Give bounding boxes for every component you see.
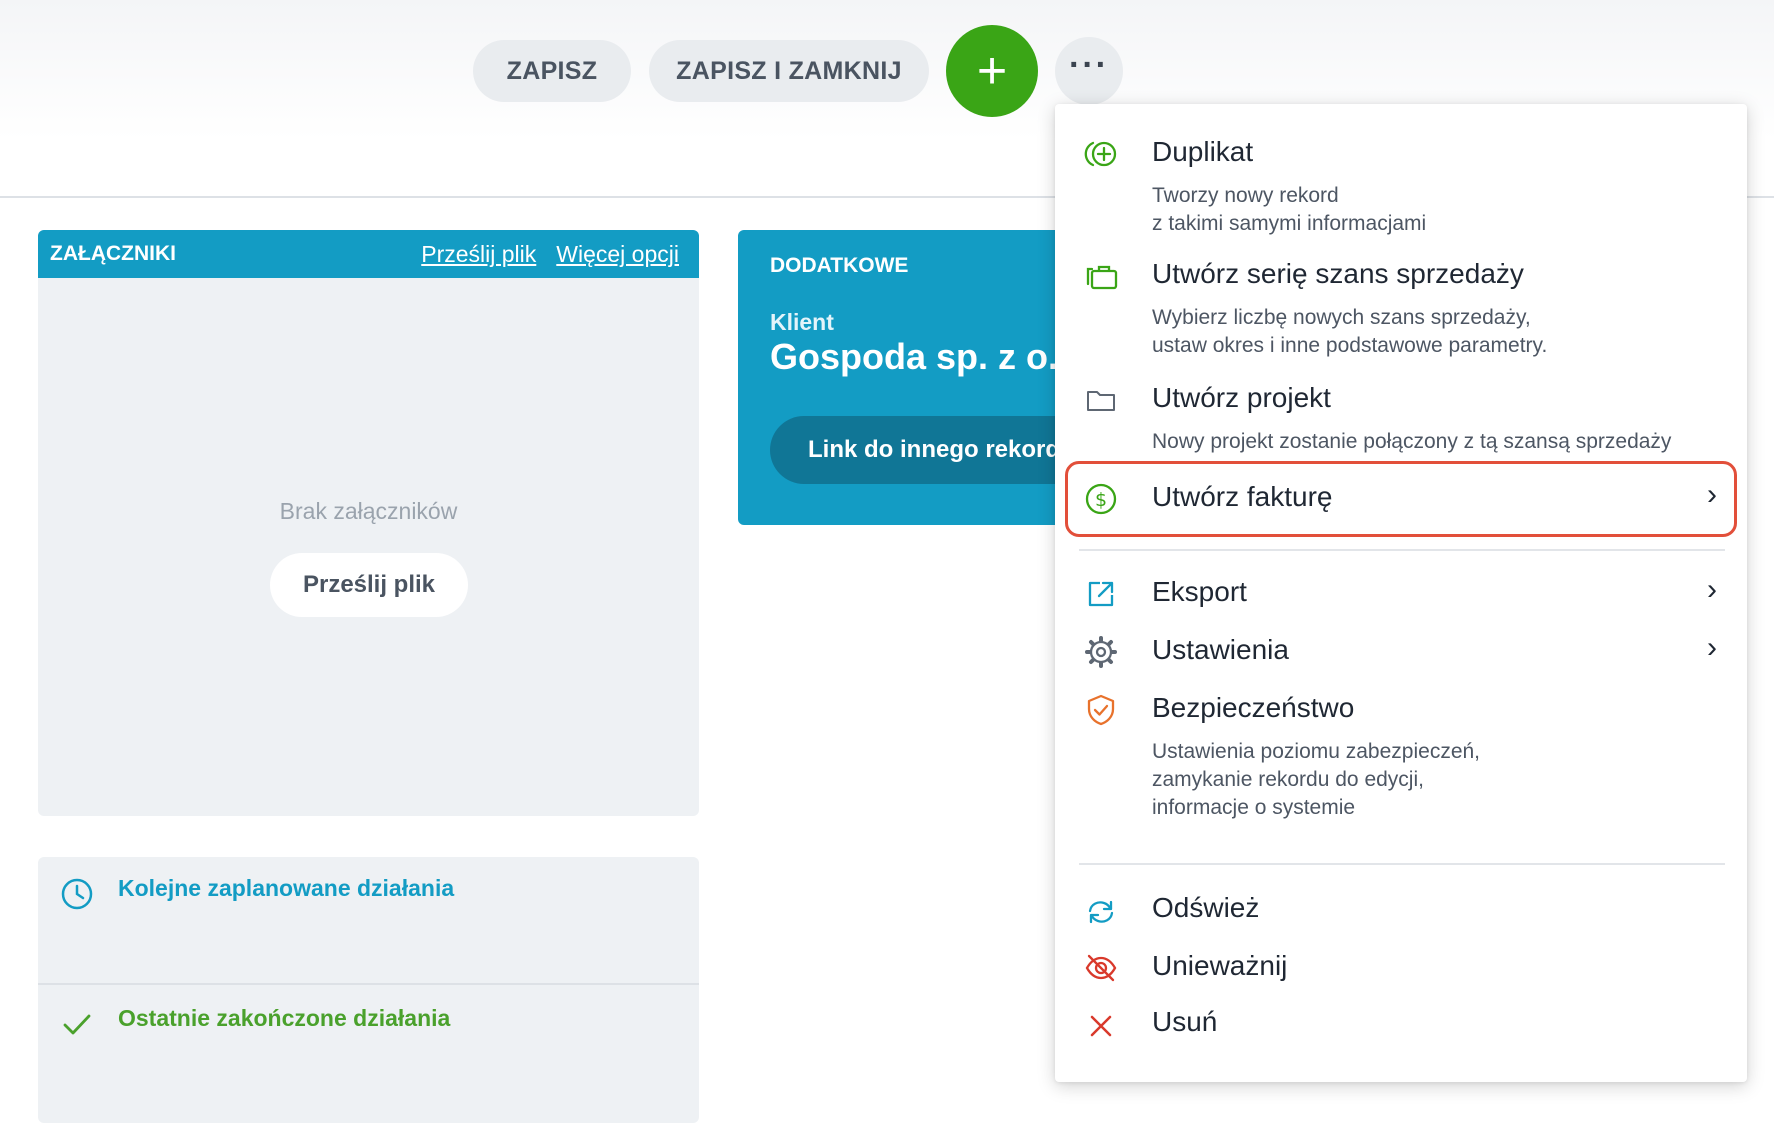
upload-file-link[interactable]: Prześlij plik [421, 241, 536, 268]
menu-item-create-invoice[interactable]: $ Utwórz fakturę › [1055, 464, 1747, 534]
menu-item-delete[interactable]: Usuń [1055, 996, 1747, 1052]
duplicate-plus-icon [1084, 141, 1117, 167]
close-x-icon [1090, 1015, 1112, 1037]
more-options-button[interactable]: ··· [1055, 37, 1123, 105]
menu-item-title: Eksport [1152, 576, 1247, 607]
additional-title: DODATKOWE [770, 254, 909, 277]
menu-item-description: z takimi samymi informacjami [1152, 212, 1427, 235]
menu-item-create-sales-series[interactable]: Utwórz serię szans sprzedaży Wybierz lic… [1055, 248, 1747, 368]
menu-item-export[interactable]: Eksport › [1055, 566, 1747, 622]
menu-item-security[interactable]: Bezpieczeństwo Ustawienia poziomu zabezp… [1055, 682, 1747, 832]
clock-icon [61, 878, 93, 910]
menu-item-title: Ustawienia [1152, 634, 1289, 665]
planned-activities-label: Kolejne zaplanowane działania [118, 875, 455, 901]
activities-card: Kolejne zaplanowane działania Ostatnie z… [38, 857, 699, 1123]
chevron-right-icon: › [1707, 631, 1717, 664]
plus-icon: + [976, 42, 1008, 100]
menu-item-description: Ustawienia poziomu zabezpieczeń, [1152, 740, 1481, 763]
menu-item-description: Tworzy nowy rekord [1152, 184, 1339, 207]
menu-item-description: informacje o systemie [1152, 796, 1356, 819]
attachments-title: ZAŁĄCZNIKI [50, 242, 176, 265]
folder-icon [1087, 391, 1115, 411]
menu-divider [1079, 549, 1725, 551]
menu-item-settings[interactable]: Ustawienia › [1055, 624, 1747, 680]
more-dots-icon: ··· [1069, 45, 1109, 84]
completed-activities-row[interactable]: Ostatnie zakończone działania [38, 987, 699, 1115]
menu-item-title: Unieważnij [1152, 950, 1288, 981]
menu-item-title: Utwórz serię szans sprzedaży [1152, 258, 1524, 289]
client-value[interactable]: Gospoda sp. z o... [770, 336, 1078, 378]
upload-file-button[interactable]: Prześlij plik [270, 553, 468, 617]
menu-item-description: ustaw okres i inne podstawowe parametry. [1152, 334, 1548, 357]
menu-item-description: zamykanie rekordu do edycji, [1152, 768, 1424, 791]
chevron-right-icon: › [1707, 478, 1717, 511]
menu-item-title: Odśwież [1152, 892, 1260, 923]
client-label: Klient [770, 309, 834, 335]
dollar-coin-icon: $ [1085, 483, 1117, 515]
no-attachments-text: Brak załączników [279, 498, 458, 524]
menu-item-refresh[interactable]: Odśwież [1055, 882, 1747, 938]
menu-item-description: Nowy projekt zostanie połączony z tą sza… [1152, 430, 1672, 453]
eye-off-icon [1085, 954, 1117, 982]
menu-item-duplicate[interactable]: Duplikat Tworzy nowy rekord z takimi sam… [1055, 124, 1747, 244]
menu-item-invalidate[interactable]: Unieważnij [1055, 940, 1747, 996]
shield-check-icon [1087, 694, 1115, 726]
completed-activities-label: Ostatnie zakończone działania [118, 1005, 451, 1031]
menu-item-title: Usuń [1152, 1006, 1218, 1037]
gear-icon [1085, 636, 1117, 668]
export-external-icon [1088, 581, 1114, 607]
link-to-record-button[interactable]: Link do innego rekordu [770, 416, 1098, 484]
menu-item-description: Wybierz liczbę nowych szans sprzedaży, [1152, 306, 1531, 329]
chevron-right-icon: › [1707, 573, 1717, 606]
menu-item-title: Utwórz projekt [1152, 382, 1331, 413]
attachments-header: ZAŁĄCZNIKI Prześlij plik Więcej opcji [38, 230, 699, 278]
save-and-close-button[interactable]: ZAPISZ I ZAMKNIJ [649, 40, 929, 102]
more-options-menu: Duplikat Tworzy nowy rekord z takimi sam… [1055, 104, 1747, 1082]
menu-item-title: Bezpieczeństwo [1152, 692, 1355, 723]
menu-item-title: Utwórz fakturę [1152, 481, 1333, 512]
checkmark-icon [63, 1014, 91, 1035]
more-options-link[interactable]: Więcej opcji [556, 241, 679, 268]
menu-item-title: Duplikat [1152, 136, 1254, 167]
attachments-card: ZAŁĄCZNIKI Prześlij plik Więcej opcji Br… [38, 230, 699, 816]
menu-item-create-project[interactable]: Utwórz projekt Nowy projekt zostanie poł… [1055, 372, 1747, 462]
svg-text:$: $ [1095, 489, 1107, 511]
menu-divider [1079, 863, 1725, 865]
refresh-icon [1088, 900, 1114, 924]
briefcase-stack-icon [1086, 265, 1118, 290]
planned-activities-row[interactable]: Kolejne zaplanowane działania [38, 857, 699, 985]
additional-card: DODATKOWE Klient Gospoda sp. z o... Link… [738, 230, 1098, 525]
save-button[interactable]: ZAPISZ [473, 40, 631, 102]
add-button[interactable]: + [946, 25, 1038, 117]
